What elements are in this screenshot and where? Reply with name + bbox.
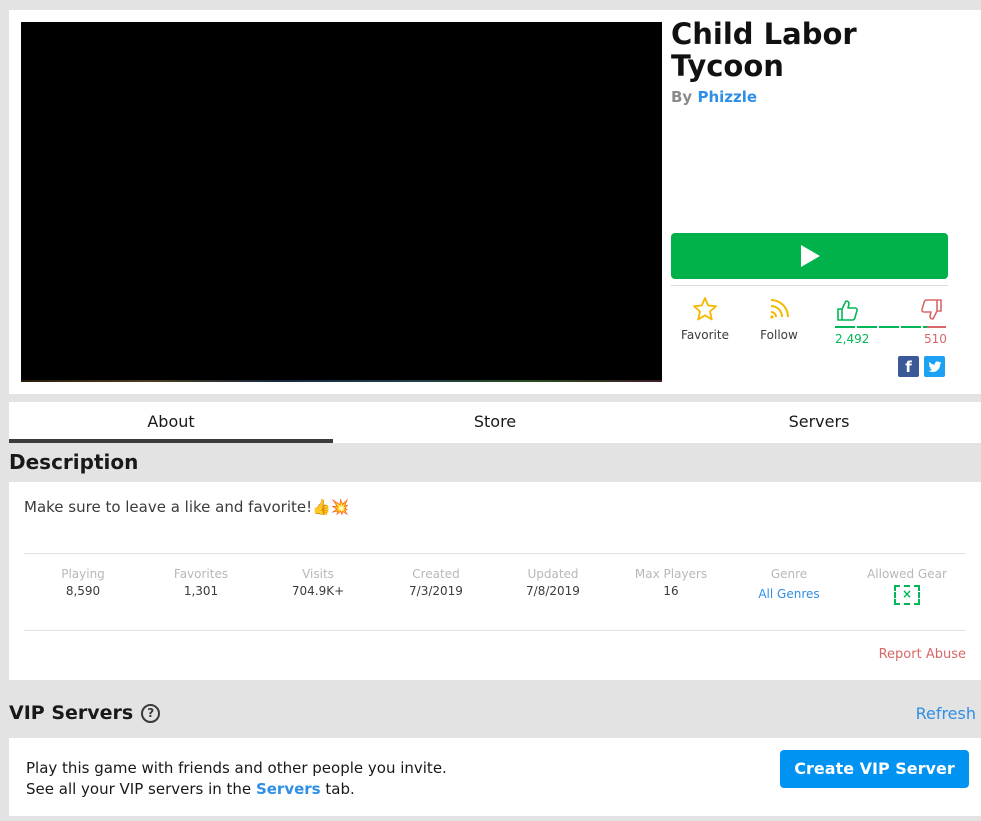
vote-ratio-bar	[835, 326, 946, 328]
vip-info-line1: Play this game with friends and other pe…	[26, 759, 447, 777]
stats-divider-top	[24, 553, 966, 554]
star-icon	[693, 297, 717, 321]
follow-label: Follow	[760, 328, 798, 342]
stat-max-players: Max Players 16	[612, 567, 730, 598]
twitter-share-icon[interactable]	[924, 356, 945, 377]
game-thumbnail[interactable]	[21, 22, 662, 382]
facebook-share-icon[interactable]: f	[898, 356, 919, 377]
stat-label: Allowed Gear	[867, 567, 947, 581]
stat-value: 1,301	[183, 584, 219, 598]
stats-divider-bottom	[24, 630, 966, 631]
stat-visits: Visits 704.9K+	[259, 567, 377, 598]
vip-servers-heading: VIP Servers ?	[9, 702, 161, 724]
thumbs-down-icon[interactable]	[920, 298, 944, 322]
stat-value: 16	[663, 584, 679, 598]
stat-playing: Playing 8,590	[24, 567, 142, 598]
stat-label: Max Players	[634, 567, 708, 581]
stat-genre: Genre All Genres	[730, 567, 848, 601]
stat-label: Updated	[527, 567, 579, 581]
help-icon[interactable]: ?	[141, 703, 161, 723]
report-abuse-link[interactable]: Report Abuse	[879, 647, 966, 662]
favorite-label: Favorite	[681, 328, 729, 342]
servers-tab-link[interactable]: Servers	[256, 780, 321, 798]
action-divider	[671, 285, 948, 286]
stat-allowed-gear: Allowed Gear ×	[848, 567, 966, 605]
stat-updated: Updated 7/8/2019	[494, 567, 612, 598]
play-icon	[800, 245, 820, 267]
description-card: Make sure to leave a like and favorite!👍…	[9, 482, 981, 680]
rss-icon	[770, 299, 789, 319]
upvote-bar	[835, 326, 927, 328]
downvote-bar	[927, 326, 946, 328]
genre-link[interactable]: All Genres	[730, 587, 848, 601]
vip-info-line2: See all your VIP servers in the Servers …	[26, 779, 447, 800]
favorite-button[interactable]: Favorite	[677, 296, 733, 342]
create-vip-server-button[interactable]: Create VIP Server	[780, 750, 969, 788]
creator-line: By Phizzle	[671, 88, 757, 106]
stat-label: Created	[412, 567, 460, 581]
by-label: By	[671, 88, 693, 106]
stat-value: 7/8/2019	[526, 584, 580, 598]
stat-created: Created 7/3/2019	[377, 567, 495, 598]
stat-label: Favorites	[173, 567, 229, 581]
downvote-count: 510	[924, 332, 947, 346]
vip-line2-pre: See all your VIP servers in the	[26, 780, 252, 798]
description-heading: Description	[9, 450, 139, 474]
tab-servers[interactable]: Servers	[657, 402, 981, 443]
tab-store[interactable]: Store	[333, 402, 657, 443]
upvote-count: 2,492	[835, 332, 870, 346]
play-button[interactable]	[671, 233, 948, 279]
vip-servers-card: Play this game with friends and other pe…	[9, 738, 981, 816]
tab-about[interactable]: About	[9, 402, 333, 443]
creator-link[interactable]: Phizzle	[697, 88, 757, 106]
description-text: Make sure to leave a like and favorite!👍…	[24, 498, 350, 516]
stat-label: Genre	[770, 567, 808, 581]
stat-value: 7/3/2019	[409, 584, 463, 598]
stat-value: 8,590	[65, 584, 101, 598]
no-gear-icon: ×	[894, 585, 920, 605]
game-title: Child Labor Tycoon	[671, 17, 857, 83]
refresh-link[interactable]: Refresh	[916, 704, 976, 723]
follow-button[interactable]: Follow	[755, 296, 803, 342]
twitter-bird-icon	[927, 360, 941, 372]
vip-heading-text: VIP Servers	[9, 702, 134, 724]
vip-info-text: Play this game with friends and other pe…	[26, 758, 447, 800]
stat-label: Visits	[302, 567, 334, 581]
thumbs-up-icon[interactable]	[835, 298, 859, 322]
game-tabs: About Store Servers	[9, 402, 981, 443]
stat-favorites: Favorites 1,301	[142, 567, 260, 598]
stat-value: 704.9K+	[291, 584, 345, 598]
stat-label: Playing	[61, 567, 105, 581]
vip-line2-post: tab.	[325, 780, 355, 798]
thumbnail-strip	[21, 380, 662, 382]
